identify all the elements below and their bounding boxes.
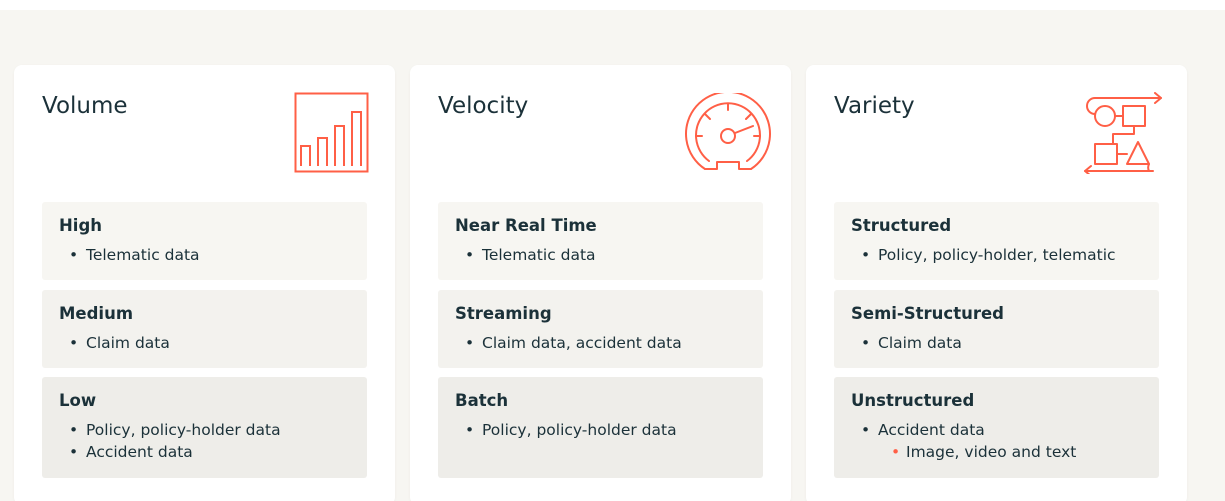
sub-list-item: • Image, video and text [891, 443, 1077, 461]
row-title: Semi-Structured [851, 304, 1004, 323]
row-title: High [59, 216, 103, 235]
row-medium: Medium • Claim data [42, 290, 367, 368]
list-item: • Policy, policy-holder data [465, 421, 677, 439]
row-semi-structured: Semi-Structured • Claim data [834, 290, 1159, 368]
list-item: • Claim data, accident data [465, 334, 682, 352]
list-item: • Claim data [69, 334, 170, 352]
card-variety: Variety Structured • Policy, policy-holde… [806, 65, 1187, 501]
row-low: Low • Policy, policy-holder data • Acciden… [42, 377, 367, 478]
row-batch: Batch • Policy, policy-holder data [438, 377, 763, 478]
row-structured: Structured • Policy, policy-holder, telem… [834, 202, 1159, 280]
card-volume: Volume High • Telematic data Medium • Clai… [14, 65, 395, 501]
row-high: High • Telematic data [42, 202, 367, 280]
row-title: Unstructured [851, 391, 975, 410]
shapes-flow-icon [1081, 92, 1167, 178]
list-item: • Policy, policy-holder data [69, 421, 281, 439]
row-near-real-time: Near Real Time • Telematic data [438, 202, 763, 280]
card-title: Variety [834, 93, 915, 119]
row-title: Batch [455, 391, 509, 410]
speedometer-icon [683, 90, 773, 177]
row-title: Medium [59, 304, 134, 323]
row-title: Near Real Time [455, 216, 597, 235]
list-item: • Claim data [861, 334, 962, 352]
list-item: • Policy, policy-holder, telematic [861, 246, 1116, 264]
row-title: Structured [851, 216, 952, 235]
card-title: Velocity [438, 93, 529, 119]
card-title: Volume [42, 93, 128, 119]
list-item: • Accident data [861, 421, 985, 439]
row-streaming: Streaming • Claim data, accident data [438, 290, 763, 368]
list-item: • Accident data [69, 443, 193, 461]
list-item: • Telematic data [69, 246, 200, 264]
list-item: • Telematic data [465, 246, 596, 264]
card-velocity: Velocity Near Real Time • Telematic data … [410, 65, 791, 501]
row-title: Streaming [455, 304, 552, 323]
bar-chart-icon [294, 92, 369, 177]
row-title: Low [59, 391, 97, 410]
row-unstructured: Unstructured • Accident data • Image, vide… [834, 377, 1159, 478]
